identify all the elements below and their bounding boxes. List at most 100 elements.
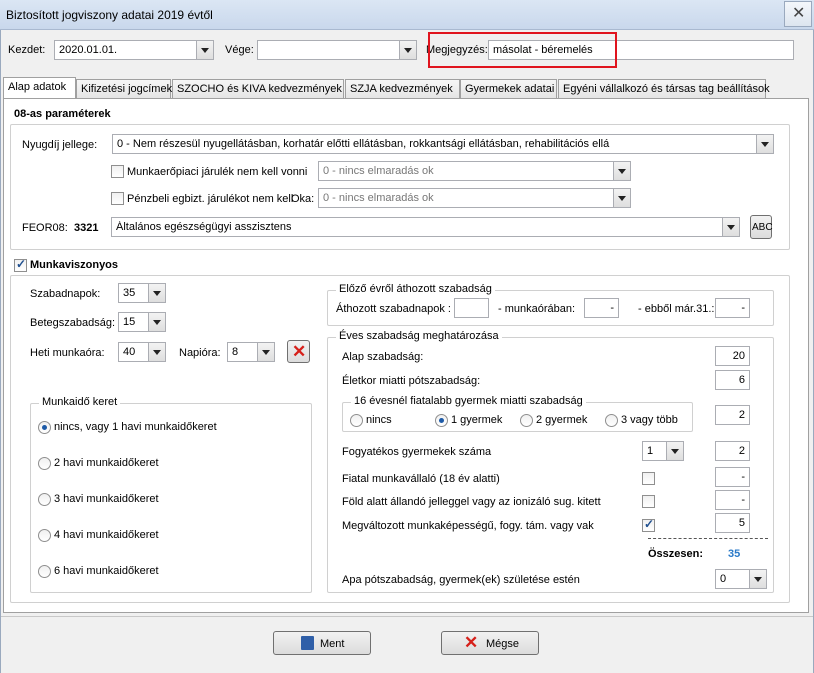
disabled-children-label: Fogyatékos gyermekek száma <box>342 446 492 458</box>
start-date-field[interactable]: 2020.01.01. <box>54 40 214 60</box>
reduced-checkbox[interactable] <box>642 517 655 532</box>
child-radio-3[interactable] <box>605 414 618 427</box>
age-value[interactable]: 6 <box>715 370 750 390</box>
chevron-down-icon[interactable] <box>756 135 773 153</box>
clear-icon[interactable]: ✕ <box>287 340 310 363</box>
child-radio-2[interactable] <box>520 414 533 427</box>
underground-label: Föld alatt állandó jelleggel vagy az ion… <box>342 496 601 508</box>
age-label: Életkor miatti pótszabadság: <box>342 375 481 387</box>
feor-label: FEOR08: <box>22 222 68 234</box>
weekly-select[interactable]: 40 <box>118 342 166 362</box>
end-label: Vége: <box>225 44 254 56</box>
footer-divider <box>1 616 813 617</box>
cash-label: Pénzbeli egbizt. járulékot nem kell <box>127 193 294 205</box>
labor-reason-select[interactable]: 0 - nincs elmaradás ok <box>318 161 631 181</box>
highlight-box <box>428 32 617 68</box>
annual-legend: Éves szabadság meghatározása <box>336 330 502 342</box>
carry-hours-input[interactable]: - <box>584 298 619 318</box>
father-label: Apa pótszabadság, gyermek(ek) születése … <box>342 574 580 586</box>
employment-checkbox[interactable] <box>14 257 27 272</box>
underground-value[interactable]: - <box>715 490 750 510</box>
params-heading: 08-as paraméterek <box>14 108 111 120</box>
chevron-down-icon[interactable] <box>749 570 766 588</box>
tab-szja[interactable]: SZJA kedvezmények <box>345 79 460 99</box>
young-checkbox[interactable] <box>642 472 655 485</box>
frame-radio-3[interactable] <box>38 493 51 506</box>
frame-radio-4[interactable] <box>38 529 51 542</box>
disabled-children-select[interactable]: 1 <box>642 441 684 461</box>
total-divider <box>648 538 768 539</box>
cancel-icon: ✕ <box>464 633 479 652</box>
cancel-label: Mégse <box>486 638 520 650</box>
reduced-value[interactable]: 5 <box>715 513 750 533</box>
feor-code: 3321 <box>74 222 99 234</box>
labor-checkbox[interactable] <box>111 165 124 178</box>
daily-label: Napióra: <box>179 347 221 359</box>
chevron-down-icon[interactable] <box>148 284 165 302</box>
base-value[interactable]: 20 <box>715 346 750 366</box>
close-button[interactable]: ✕ <box>784 1 812 27</box>
vacation-select[interactable]: 35 <box>118 283 166 303</box>
vacation-label: Szabadnapok: <box>30 288 101 300</box>
underground-checkbox[interactable] <box>642 495 655 508</box>
chevron-down-icon[interactable] <box>613 189 630 207</box>
carry-by-input[interactable]: - <box>715 298 750 318</box>
close-icon: ✕ <box>792 5 806 22</box>
frame-option-4: 4 havi munkaidőkeret <box>54 529 159 541</box>
frame-option-3: 3 havi munkaidőkeret <box>54 493 159 505</box>
cash-reason-select[interactable]: 0 - nincs elmaradás ok <box>318 188 631 208</box>
chevron-down-icon[interactable] <box>196 41 213 59</box>
cancel-button[interactable]: ✕ Mégse <box>441 631 539 655</box>
children-legend: 16 évesnél fiatalabb gyermek miatti szab… <box>351 395 586 407</box>
frame-option-2: 2 havi munkaidőkeret <box>54 457 159 469</box>
frame-option-5: 6 havi munkaidőkeret <box>54 565 159 577</box>
carry-by-label: - ebből már.31.: <box>638 303 715 315</box>
chevron-down-icon[interactable] <box>148 313 165 331</box>
father-select[interactable]: 0 <box>715 569 767 589</box>
frame-option-1: nincs, vagy 1 havi munkaidőkeret <box>54 421 217 433</box>
disabled-children-value[interactable]: 2 <box>715 441 750 461</box>
child-option-0: nincs <box>366 414 392 426</box>
pension-select[interactable]: 0 - Nem részesül nyugellátásban, korhatá… <box>112 134 774 154</box>
tab-alap-adatok[interactable]: Alap adatok <box>3 77 76 99</box>
frame-radio-2[interactable] <box>38 457 51 470</box>
carry-hours-label: - munkaórában: <box>498 303 576 315</box>
cash-checkbox[interactable] <box>111 192 124 205</box>
daily-select[interactable]: 8 <box>227 342 275 362</box>
tab-szocho-kiva[interactable]: SZOCHO és KIVA kedvezmények <box>172 79 344 99</box>
chevron-down-icon[interactable] <box>399 41 416 59</box>
child-radio-0[interactable] <box>350 414 363 427</box>
chevron-down-icon[interactable] <box>722 218 739 236</box>
labor-label: Munkaerőpiaci járulék nem kell vonni <box>127 166 308 178</box>
child-radio-1[interactable] <box>435 414 448 427</box>
carry-legend: Előző évről áthozott szabadság <box>336 283 495 295</box>
child-option-1: 1 gyermek <box>451 414 503 426</box>
abc-button[interactable]: ABC <box>750 215 773 239</box>
child-value[interactable]: 2 <box>715 405 750 425</box>
chevron-down-icon[interactable] <box>148 343 165 361</box>
total-label: Összesen: <box>648 548 704 560</box>
weekly-label: Heti munkaóra: <box>30 347 105 359</box>
start-label: Kezdet: <box>8 44 46 56</box>
base-label: Alap szabadság: <box>342 351 424 363</box>
chevron-down-icon[interactable] <box>666 442 683 460</box>
end-date-field[interactable] <box>257 40 417 60</box>
feor-select[interactable]: Általános egészségügyi asszisztens <box>111 217 740 237</box>
sick-label: Betegszabadság: <box>30 317 116 329</box>
reduced-label: Megváltozott munkaképességű, fogy. tám. … <box>342 520 594 532</box>
title-bar: Biztosított jogviszony adatai 2019 évtől… <box>0 0 814 30</box>
tab-gyermekek[interactable]: Gyermekek adatai <box>460 79 557 99</box>
chevron-down-icon[interactable] <box>613 162 630 180</box>
tab-egyeni-vallalkozo[interactable]: Egyéni vállalkozó és társas tag beállítá… <box>558 79 770 99</box>
young-value[interactable]: - <box>715 467 750 487</box>
frame-radio-5[interactable] <box>38 565 51 578</box>
sick-select[interactable]: 15 <box>118 312 166 332</box>
frame-radio-1[interactable] <box>38 421 51 434</box>
floppy-icon <box>301 636 314 650</box>
chevron-down-icon[interactable] <box>257 343 274 361</box>
carry-days-input[interactable] <box>454 298 489 318</box>
carry-days-label: Áthozott szabadnapok : <box>336 303 451 315</box>
save-button[interactable]: Ment <box>273 631 371 655</box>
tab-kifizetesi-jogcimek[interactable]: Kifizetési jogcímek <box>76 79 172 99</box>
window-title: Biztosított jogviszony adatai 2019 évtől <box>6 8 213 22</box>
